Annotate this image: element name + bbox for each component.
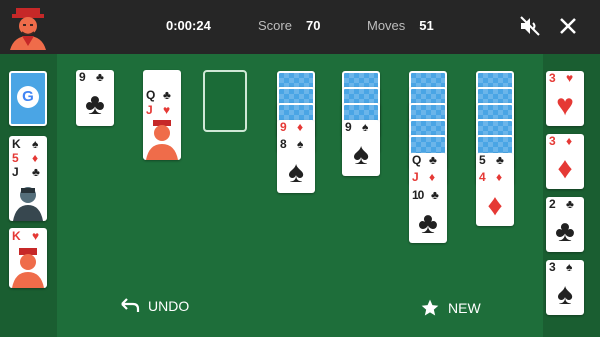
card-rank: 5 (479, 153, 486, 167)
diamond-suit-icon: ♦ (487, 189, 503, 222)
spade-suit-icon: ♠ (288, 156, 304, 189)
foundation-hearts[interactable]: 3 ♥ ♥ (546, 71, 584, 126)
card-rank: 4 (479, 170, 486, 184)
foundation-diamonds[interactable]: 3 ♦ ♦ (546, 134, 584, 189)
club-suit-icon: ♣ (85, 88, 105, 121)
card-rank: 3 (549, 260, 556, 274)
card-rank: 9 (345, 120, 352, 134)
club-suit-icon: ♣ (418, 207, 438, 240)
muted-speaker-icon[interactable] (518, 14, 542, 38)
moves: Moves 51 (367, 18, 434, 33)
close-icon[interactable] (556, 14, 580, 38)
foundation-clubs[interactable]: 2 ♣ ♣ (546, 197, 584, 252)
timer-value: 0:00:24 (166, 18, 211, 33)
empty-tableau-slot[interactable] (203, 70, 247, 132)
score-label: Score (258, 18, 292, 33)
undo-button[interactable]: UNDO (120, 298, 189, 314)
score: Score 70 (258, 18, 320, 33)
club-suit-icon: ♣ (555, 215, 575, 248)
google-logo-icon: G (17, 86, 39, 108)
card-rank: 9 (79, 70, 86, 84)
waste-card[interactable]: 9 ♣ ♣ (76, 70, 114, 126)
new-game-button[interactable]: NEW (420, 298, 481, 318)
card-suit: ♥ (163, 103, 171, 117)
jack-face-icon (13, 187, 43, 221)
card-suit: ♥ (32, 229, 40, 243)
jack-face-icon (146, 120, 178, 160)
card-rank: 3 (549, 71, 556, 85)
top-bar: 0:00:24 Score 70 Moves 51 (0, 0, 600, 54)
card-suit: ♠ (566, 260, 573, 274)
card-suit: ♣ (429, 153, 437, 167)
tableau-column-6[interactable]: Q ♣ J ♦ 10 ♣ ♣ (409, 153, 447, 243)
tableau-column-7[interactable]: 5 ♣ 4 ♦ ♦ (476, 153, 514, 226)
tableau-column-2[interactable]: Q ♣ J ♥ (143, 70, 181, 160)
card-rank: Q (412, 153, 422, 167)
card-suit: ♣ (96, 70, 104, 84)
card-suit: ♦ (566, 134, 573, 148)
tableau-column-4[interactable]: 9 ♦ 8 ♠ ♠ (277, 120, 315, 193)
king-face-icon (12, 248, 44, 288)
spade-suit-icon: ♠ (353, 138, 369, 171)
card-suit: ♥ (566, 71, 574, 85)
card-suit: ♣ (496, 153, 504, 167)
star-icon (421, 299, 439, 316)
timer: 0:00:24 (166, 18, 211, 33)
card-suit: ♦ (496, 170, 503, 184)
undo-icon (121, 298, 140, 312)
card-rank: 9 (280, 120, 287, 134)
left-stack-2[interactable]: K ♥ (9, 228, 47, 288)
spade-suit-icon: ♠ (557, 278, 573, 311)
card-suit: ♦ (297, 120, 304, 134)
card-suit: ♠ (362, 120, 369, 134)
card-suit: ♣ (32, 165, 40, 179)
left-stack-1[interactable]: K ♠ 5 ♦ J ♣ (9, 136, 47, 221)
card-suit: ♠ (297, 137, 304, 151)
heart-suit-icon: ♥ (556, 89, 574, 122)
card-rank: K (12, 137, 21, 151)
score-value: 70 (305, 18, 321, 33)
card-suit: ♠ (32, 137, 39, 151)
card-rank: 3 (549, 134, 556, 148)
new-label: NEW (448, 300, 481, 316)
stock-pile[interactable]: G (9, 71, 47, 126)
card-rank: J (146, 103, 153, 117)
undo-label: UNDO (148, 298, 190, 314)
card-rank: Q (146, 88, 156, 102)
diamond-suit-icon: ♦ (557, 152, 573, 185)
moves-value: 51 (419, 18, 434, 33)
card-rank: K (12, 229, 21, 243)
card-rank: 10 (412, 188, 424, 202)
card-rank: J (412, 170, 419, 184)
card-suit: ♣ (566, 197, 574, 211)
card-suit: ♦ (429, 170, 436, 184)
tableau-column-5[interactable]: 9 ♠ ♠ (342, 120, 380, 176)
card-rank: 2 (549, 197, 556, 211)
card-suit: ♣ (163, 88, 171, 102)
card-rank: J (12, 165, 19, 179)
jack-avatar-icon[interactable] (8, 6, 48, 50)
card-suit: ♣ (431, 188, 439, 202)
card-rank: 8 (280, 137, 287, 151)
card-suit: ♦ (32, 151, 39, 165)
moves-label: Moves (367, 18, 406, 33)
card-rank: 5 (12, 151, 19, 165)
foundation-spades[interactable]: 3 ♠ ♠ (546, 260, 584, 315)
